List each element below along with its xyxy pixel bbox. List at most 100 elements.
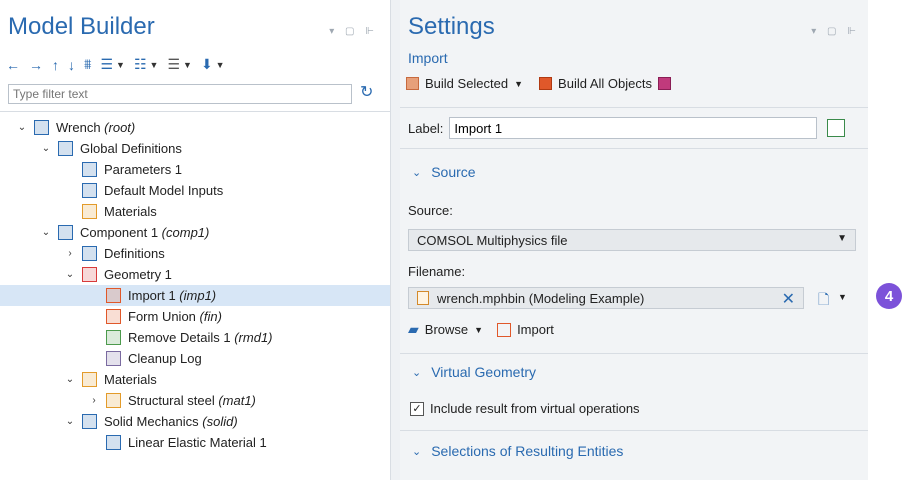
build-all-button[interactable]: Build All Objects bbox=[558, 76, 652, 91]
remove-details-icon bbox=[106, 330, 121, 345]
model-builder-pane: Model Builder ▾ ▢ ⊩ ← → ↑ ↓ ⩩ ☰ ▼ ☷ ▼ ☰ ▼ ⬇… bbox=[0, 0, 391, 480]
chevron-down-icon: ⌄ bbox=[412, 366, 422, 379]
filename-value: wrench.mphbin (Modeling Example) bbox=[437, 291, 645, 306]
solid-mechanics-icon bbox=[82, 414, 97, 429]
chevron-down-icon[interactable]: ⌄ bbox=[40, 222, 52, 243]
clear-icon[interactable]: ✕ bbox=[782, 289, 795, 309]
parameters-icon bbox=[82, 162, 97, 177]
tree-node[interactable]: Form Union (fin) bbox=[0, 306, 390, 327]
selections-section-header[interactable]: ⌄ Selections of Resulting Entities bbox=[400, 436, 868, 466]
chevron-down-icon[interactable]: ▼ bbox=[183, 60, 192, 70]
import-button[interactable]: Import bbox=[517, 322, 554, 337]
chevron-down-icon[interactable]: ▼ bbox=[116, 60, 125, 70]
refresh-icon[interactable]: ↻ bbox=[360, 82, 373, 102]
settings-subtitle: Import bbox=[408, 50, 448, 66]
label-caption: Label: bbox=[408, 120, 444, 136]
tree-node[interactable]: ⌄ Geometry 1 bbox=[0, 264, 390, 285]
source-section-header[interactable]: ⌄ Source bbox=[400, 157, 868, 187]
tree-node[interactable]: Cleanup Log bbox=[0, 348, 390, 369]
build-selected-button[interactable]: Build Selected bbox=[425, 76, 508, 91]
tree-node[interactable]: ⌄ Component 1 (comp1) bbox=[0, 222, 390, 243]
window-controls[interactable]: ▾ ▢ ⊩ bbox=[329, 26, 378, 37]
definitions-icon bbox=[82, 246, 97, 261]
chevron-down-icon[interactable]: ▼ bbox=[474, 325, 483, 335]
chevron-down-icon: ⌄ bbox=[412, 445, 422, 458]
chevron-down-icon: ⌄ bbox=[412, 166, 422, 179]
materials-icon bbox=[82, 204, 97, 219]
collapse-icon[interactable]: ☷ bbox=[134, 56, 147, 73]
comment-icon[interactable] bbox=[827, 119, 846, 137]
plug-icon[interactable]: ⬇ bbox=[201, 56, 213, 73]
tree-node[interactable]: ⌄ Materials bbox=[0, 369, 390, 390]
source-select[interactable]: COMSOL Multiphysics file ▼ bbox=[408, 229, 856, 251]
build-preview-icon[interactable] bbox=[657, 77, 671, 90]
tree-toolbar: ← → ↑ ↓ ⩩ ☰ ▼ ☷ ▼ ☰ ▼ ⬇ ▼ bbox=[6, 56, 225, 73]
form-union-icon bbox=[106, 309, 121, 324]
chevron-down-icon[interactable]: ⌄ bbox=[16, 117, 28, 138]
move-up-icon[interactable]: ↑ bbox=[52, 57, 59, 73]
tree-node-label: Cleanup Log bbox=[128, 351, 202, 366]
tree-node-label: Materials bbox=[104, 204, 157, 219]
source-caption: Source: bbox=[408, 203, 453, 218]
tree-node-label: Global Definitions bbox=[80, 141, 182, 156]
forward-arrow-icon[interactable]: → bbox=[29, 57, 43, 73]
tree-filter-input[interactable] bbox=[8, 84, 352, 104]
tree-node-label: Import 1 (imp1) bbox=[128, 288, 217, 303]
tree-node-label: Linear Elastic Material 1 bbox=[128, 435, 267, 450]
chevron-down-icon[interactable]: ⌄ bbox=[64, 411, 76, 432]
file-location-icon[interactable]: 🗋 bbox=[818, 289, 829, 313]
settings-title: Settings bbox=[408, 13, 495, 40]
back-arrow-icon[interactable]: ← bbox=[6, 57, 20, 73]
label-input[interactable] bbox=[449, 117, 818, 139]
chevron-down-icon[interactable]: ▼ bbox=[514, 79, 523, 89]
virtual-geometry-section-title: Virtual Geometry bbox=[431, 364, 536, 380]
tree-node[interactable]: Linear Elastic Material 1 bbox=[0, 432, 390, 453]
build-selected-icon[interactable] bbox=[406, 77, 419, 90]
build-all-icon[interactable] bbox=[539, 77, 553, 90]
geometry-icon bbox=[82, 267, 97, 282]
chevron-down-icon[interactable]: ⌄ bbox=[64, 369, 76, 390]
view-options-icon[interactable]: ☰ bbox=[167, 56, 180, 73]
folder-icon[interactable]: ▰ bbox=[408, 321, 419, 338]
tree-node[interactable]: Remove Details 1 (rmd1) bbox=[0, 327, 390, 348]
tree-node-label: Definitions bbox=[104, 246, 165, 261]
filename-field[interactable]: wrench.mphbin (Modeling Example) ✕ bbox=[408, 287, 804, 309]
divider bbox=[400, 353, 868, 354]
selections-section-title: Selections of Resulting Entities bbox=[431, 443, 624, 459]
tree-node[interactable]: › Definitions bbox=[0, 243, 390, 264]
tree-node[interactable]: Default Model Inputs bbox=[0, 180, 390, 201]
chevron-down-icon[interactable]: ▼ bbox=[216, 60, 225, 70]
chevron-down-icon[interactable]: ⌄ bbox=[64, 264, 76, 285]
tree-node-label: Component 1 (comp1) bbox=[80, 225, 210, 240]
divider bbox=[400, 430, 868, 431]
settings-pane: Settings ▾ ▢ ⊩ Import Build Selected ▼ B… bbox=[400, 0, 868, 480]
window-controls[interactable]: ▾ ▢ ⊩ bbox=[811, 26, 860, 37]
tree-node-label: Materials bbox=[104, 372, 157, 387]
tree-node[interactable]: ⌄ Global Definitions bbox=[0, 138, 390, 159]
tree-node[interactable]: Materials bbox=[0, 201, 390, 222]
chevron-right-icon[interactable]: › bbox=[64, 243, 76, 264]
file-icon bbox=[417, 291, 429, 305]
tree-node[interactable]: › Structural steel (mat1) bbox=[0, 390, 390, 411]
margin-strip bbox=[868, 0, 902, 480]
pane-splitter[interactable] bbox=[391, 0, 400, 480]
chevron-right-icon[interactable]: › bbox=[88, 390, 100, 411]
filename-caption: Filename: bbox=[408, 264, 466, 279]
virtual-operations-checkbox[interactable]: ✓ bbox=[410, 401, 424, 416]
chevron-down-icon[interactable]: ▼ bbox=[150, 60, 159, 70]
chevron-down-icon[interactable]: ⌄ bbox=[40, 138, 52, 159]
move-down-icon[interactable]: ↓ bbox=[68, 57, 75, 73]
virtual-geometry-section-header[interactable]: ⌄ Virtual Geometry bbox=[400, 357, 868, 387]
component-icon bbox=[58, 225, 73, 240]
import-icon[interactable] bbox=[497, 322, 512, 337]
tree-node[interactable]: ⌄ Wrench (root) bbox=[0, 117, 390, 138]
show-filter-icon[interactable]: ⩩ bbox=[84, 56, 91, 73]
tree-node-label: Structural steel (mat1) bbox=[128, 393, 256, 408]
tree-node[interactable]: Import 1 (imp1) bbox=[0, 285, 390, 306]
chevron-down-icon[interactable]: ▼ bbox=[838, 292, 847, 302]
callout-badge: 4 bbox=[876, 283, 902, 309]
tree-node[interactable]: Parameters 1 bbox=[0, 159, 390, 180]
tree-node[interactable]: ⌄ Solid Mechanics (solid) bbox=[0, 411, 390, 432]
browse-button[interactable]: Browse bbox=[425, 322, 468, 337]
expand-icon[interactable]: ☰ bbox=[100, 56, 113, 73]
